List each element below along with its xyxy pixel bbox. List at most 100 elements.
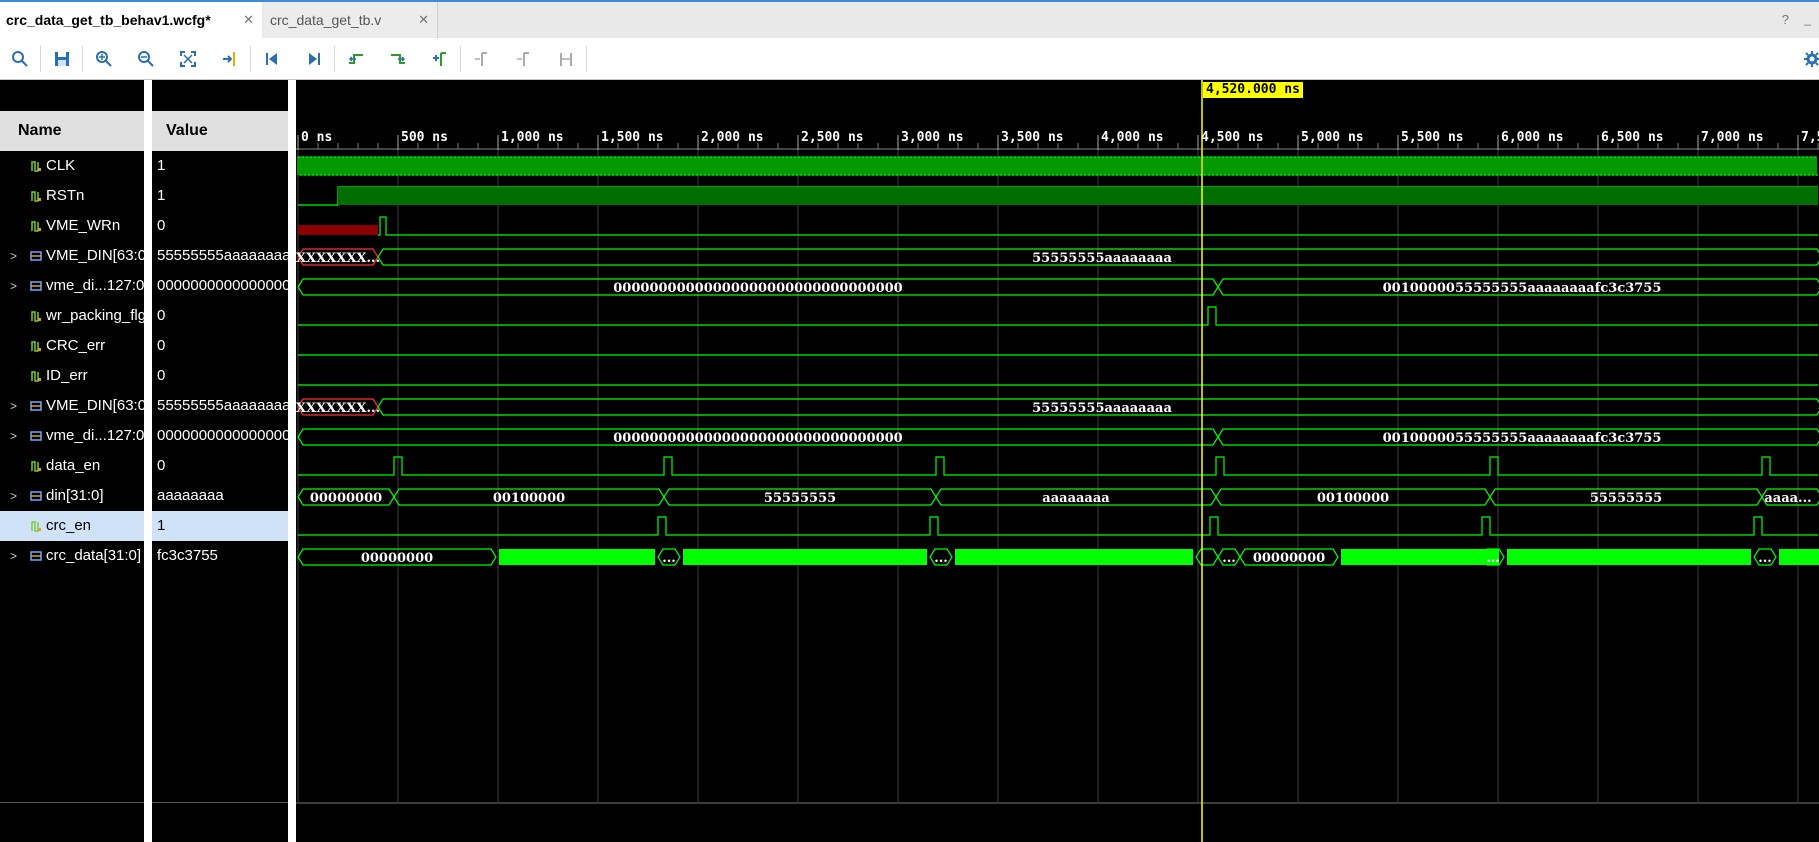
signal-row-name[interactable]: CRC_err	[0, 331, 144, 361]
bus-signal-icon	[30, 551, 42, 561]
crc-data-value-label: ...	[1486, 551, 1500, 566]
signal-row-name[interactable]: RSTn	[0, 181, 144, 211]
signal-value[interactable]: 00000000000000000	[152, 271, 288, 301]
minimize-icon[interactable]: _	[1804, 12, 1811, 26]
zoom-in-icon[interactable]	[92, 47, 116, 71]
tab-testbench-source[interactable]: crc_data_get_tb.v ✕	[264, 2, 438, 38]
close-icon[interactable]: ✕	[418, 2, 429, 38]
signal-row-name[interactable]: data_en	[0, 451, 144, 481]
go-to-start-icon[interactable]	[260, 47, 284, 71]
bus-signal-icon	[30, 401, 42, 411]
signal-value[interactable]: aaaaaaaa	[152, 481, 288, 511]
vme-din-128-value-label: 00000000000000000000000000000000	[613, 431, 902, 446]
go-to-end-icon[interactable]	[302, 47, 326, 71]
clk-waveform	[297, 156, 1818, 176]
signal-value[interactable]: 00000000000000000	[152, 421, 288, 451]
signal-row-name[interactable]: CLK	[0, 151, 144, 181]
signal-value[interactable]: 0	[152, 301, 288, 331]
close-icon[interactable]: ✕	[243, 2, 254, 38]
chevron-right-icon[interactable]: >	[10, 241, 17, 271]
crc-data-dense-fill	[499, 549, 655, 565]
signal-row-name[interactable]: > VME_DIN[63:0]	[0, 391, 144, 421]
ruler-tick-label: 1,000 ns	[501, 130, 564, 145]
go-to-cursor-icon[interactable]	[218, 47, 242, 71]
name-column-header[interactable]: Name	[0, 111, 144, 151]
din-value-label: 00000000	[310, 491, 382, 506]
signal-row-name[interactable]: > din[31:0]	[0, 481, 144, 511]
signal-name: RSTn	[46, 187, 85, 204]
signal-value[interactable]: fc3c3755	[152, 541, 288, 571]
pane-divider[interactable]	[144, 80, 152, 842]
chevron-right-icon[interactable]: >	[10, 421, 17, 451]
din-value-label: 55555555	[764, 491, 836, 506]
waveform-toolbar	[0, 38, 1819, 80]
signal-row-name[interactable]: crc_en	[0, 511, 144, 541]
vme-din-value-label: 55555555aaaaaaaa	[1032, 251, 1172, 266]
bus-signal-icon	[30, 251, 42, 261]
din-value-label: aaaaaaaa	[1042, 491, 1110, 506]
signal-value[interactable]: 0	[152, 331, 288, 361]
pane-divider[interactable]	[288, 80, 296, 842]
vme-din-128-value-label: 0010000055555555aaaaaaaafc3c3755	[1383, 281, 1662, 296]
signal-name: vme_di...127:0]	[46, 427, 144, 444]
signal-value[interactable]: 1	[152, 511, 288, 541]
next-transition-icon[interactable]	[386, 47, 410, 71]
crc-data-value-label: 00000000	[1253, 551, 1325, 566]
signal-value[interactable]: 0	[152, 211, 288, 241]
cursor-time-label[interactable]: 4,520.000 ns	[1203, 82, 1303, 98]
crc-data-dense-fill	[1779, 549, 1819, 565]
chevron-right-icon[interactable]: >	[10, 271, 17, 301]
value-column-header[interactable]: Value	[152, 111, 288, 151]
chevron-right-icon[interactable]: >	[10, 481, 17, 511]
previous-transition-icon[interactable]	[344, 47, 368, 71]
bus-signal-icon	[30, 281, 42, 291]
signal-name: din[31:0]	[46, 487, 104, 504]
ruler-tick-label: 500 ns	[401, 130, 448, 145]
previous-marker-icon[interactable]	[470, 47, 494, 71]
swap-cursors-icon[interactable]	[554, 47, 578, 71]
signal-row-name[interactable]: > vme_di...127:0]	[0, 271, 144, 301]
signal-row-name[interactable]: > crc_data[31:0]	[0, 541, 144, 571]
signal-name: VME_DIN[63:0]	[46, 247, 144, 264]
help-icon[interactable]: ?	[1782, 12, 1789, 27]
din-value-label: 00100000	[1317, 491, 1389, 506]
add-marker-icon[interactable]	[428, 47, 452, 71]
bit-signal-icon	[31, 371, 41, 382]
chevron-right-icon[interactable]: >	[10, 541, 17, 571]
signal-row-name[interactable]: > VME_DIN[63:0]	[0, 241, 144, 271]
signal-value[interactable]: 0	[152, 451, 288, 481]
signal-value[interactable]: 55555555aaaaaaaa	[152, 391, 288, 421]
waveform-canvas[interactable]: XXXXXXX... 55555555aaaaaaaaXXXXXXX... 5555…	[296, 80, 1819, 842]
tab-label: crc_data_get_tb_behav1.wcfg*	[6, 12, 211, 28]
signal-row-name[interactable]: > vme_di...127:0]	[0, 421, 144, 451]
signal-value[interactable]: 1	[152, 151, 288, 181]
chevron-right-icon[interactable]: >	[10, 391, 17, 421]
bit-signal-icon	[31, 461, 41, 472]
bit-signal-icon	[31, 341, 41, 352]
crc-data-value-label: ...	[1222, 551, 1236, 566]
next-marker-icon[interactable]	[512, 47, 536, 71]
signal-name: ID_err	[46, 367, 88, 384]
save-icon[interactable]	[50, 47, 74, 71]
signal-value[interactable]: 0	[152, 361, 288, 391]
din-value-label: 00100000	[493, 491, 565, 506]
signal-value[interactable]: 1	[152, 181, 288, 211]
bit-signal-icon	[31, 311, 41, 322]
signal-value[interactable]: 55555555aaaaaaaa	[152, 241, 288, 271]
settings-icon[interactable]	[1800, 47, 1819, 71]
ruler-tick-label: 3,000 ns	[901, 130, 964, 145]
signal-row-name[interactable]: ID_err	[0, 361, 144, 391]
din-value-label: aaaa...	[1764, 491, 1811, 506]
bus-signal-icon	[30, 491, 42, 501]
ruler-tick-label: 5,000 ns	[1301, 130, 1364, 145]
tab-waveform-config[interactable]: crc_data_get_tb_behav1.wcfg* ✕	[0, 2, 262, 38]
ruler-tick-label: 3,500 ns	[1001, 130, 1064, 145]
zoom-out-icon[interactable]	[134, 47, 158, 71]
signal-row-name[interactable]: VME_WRn	[0, 211, 144, 241]
search-icon[interactable]	[8, 47, 32, 71]
ruler-tick-label: 6,500 ns	[1601, 130, 1664, 145]
rstn-high-fill	[338, 187, 1818, 205]
editor-tab-bar: crc_data_get_tb_behav1.wcfg* ✕ crc_data_…	[0, 0, 1819, 38]
signal-row-name[interactable]: wr_packing_flg	[0, 301, 144, 331]
zoom-fit-icon[interactable]	[176, 47, 200, 71]
